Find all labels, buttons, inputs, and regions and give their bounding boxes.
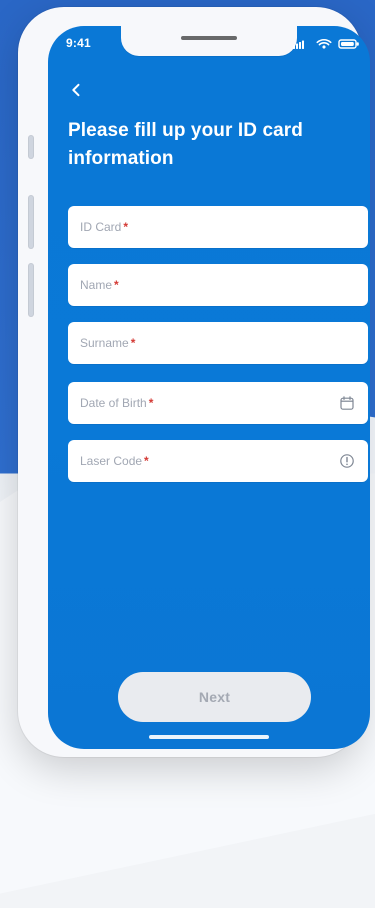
info-icon[interactable] [338,452,356,470]
phone-side-button [28,135,34,159]
field-label-text: Name [80,278,113,292]
name-field[interactable]: Name * [68,264,368,306]
field-label: Date of Birth * [80,396,153,410]
field-label-text: Laser Code [80,454,143,468]
status-icons [292,37,359,49]
field-label: ID Card * [80,220,128,234]
next-button[interactable]: Next [118,672,311,722]
status-time: 9:41 [66,36,91,50]
field-label-text: ID Card [80,220,122,234]
back-button[interactable] [62,78,90,106]
id-card-field[interactable]: ID Card * [68,206,368,248]
chevron-left-icon [68,82,84,103]
phone-notch [121,26,297,56]
calendar-icon[interactable] [338,394,356,412]
battery-icon [338,37,359,49]
page-title: Please fill up your ID card information [68,120,303,169]
date-of-birth-field[interactable]: Date of Birth * [68,382,368,424]
phone-frame: 9:41 Please fill up your ID card informa… [18,7,370,757]
phone-screen: 9:41 Please fill up your ID card informa… [48,26,370,749]
required-asterisk: * [123,220,129,234]
field-label-text: Date of Birth [80,396,147,410]
field-label: Name * [80,278,119,292]
field-label: Laser Code * [80,454,149,468]
required-asterisk: * [148,396,154,410]
required-asterisk: * [114,278,119,292]
required-asterisk: * [144,454,149,468]
notch-speaker [181,36,237,40]
phone-side-button [28,263,34,317]
required-asterisk: * [130,336,136,350]
home-indicator [149,735,269,739]
laser-code-field[interactable]: Laser Code * [68,440,368,482]
wifi-icon [315,37,333,49]
field-label-text: Surname [80,336,129,350]
surname-field[interactable]: Surname * [68,322,368,364]
phone-side-button [28,195,34,249]
field-label: Surname * [80,336,135,350]
